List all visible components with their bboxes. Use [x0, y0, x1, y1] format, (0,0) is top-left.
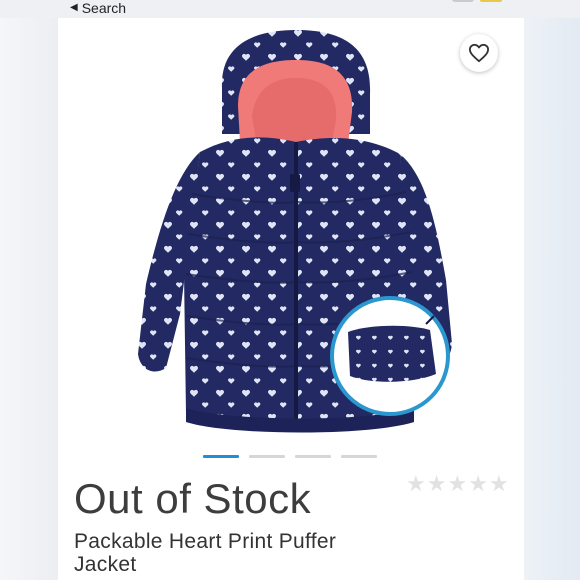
carousel-dot-4[interactable] [341, 455, 377, 458]
stock-status: Out of Stock [74, 475, 312, 522]
heart-outline-icon [468, 43, 489, 63]
product-image[interactable] [80, 24, 480, 444]
back-link-label: Search [81, 0, 127, 16]
star-icon: ★ [488, 471, 509, 496]
rating-stars[interactable]: ★ ★ ★ ★ ★ [406, 472, 509, 496]
carousel-dot-3[interactable] [295, 455, 331, 458]
star-icon: ★ [447, 471, 468, 496]
star-icon: ★ [468, 471, 488, 496]
back-triangle-icon: ◀ [70, 2, 78, 13]
signal-icon [452, 0, 474, 2]
star-icon: ★ [406, 471, 426, 496]
back-to-search-link[interactable]: ◀ Search [70, 0, 126, 16]
battery-icon [480, 0, 502, 2]
left-gutter [0, 18, 58, 580]
carousel-dot-2[interactable] [249, 455, 285, 458]
star-icon: ★ [426, 471, 447, 496]
status-indicators [452, 0, 502, 2]
right-gutter [524, 18, 580, 580]
product-name: Packable Heart Print Puffer Jacket [74, 530, 337, 576]
carousel-dot-1[interactable] [203, 455, 239, 458]
image-carousel-indicator [203, 455, 377, 458]
favorite-button[interactable] [460, 34, 498, 72]
status-bar: ◀ Search [0, 0, 580, 18]
